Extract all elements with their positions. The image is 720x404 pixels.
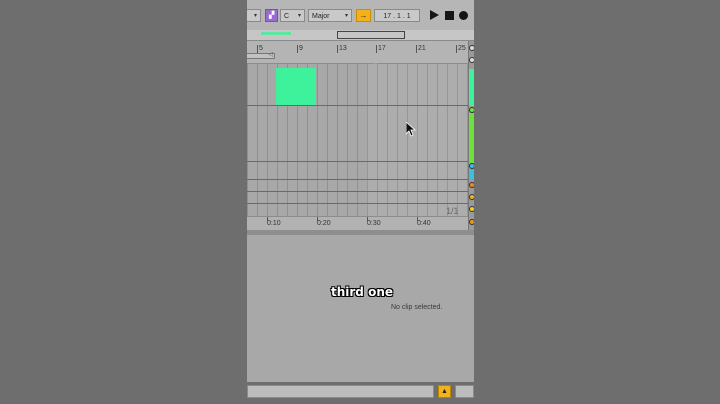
track-header-strip [468, 41, 474, 230]
time-ruler[interactable]: 0:10 0:20 0:30 0:40 [247, 216, 468, 231]
time-label: 0:30 [367, 220, 381, 227]
track-activator[interactable] [469, 45, 474, 51]
track-activator[interactable] [469, 194, 474, 200]
track-color-2[interactable] [469, 113, 474, 163]
record-icon[interactable] [459, 11, 468, 20]
beat-ruler[interactable]: 5 9 13 17 21 25 ◁ [247, 41, 474, 66]
song-position-field[interactable]: 17 . 1 . 1 [374, 9, 420, 22]
root-key-value: C [284, 13, 290, 20]
bar-tick [297, 45, 298, 53]
right-letterbox [474, 0, 720, 404]
status-bar: ▲ [247, 382, 474, 404]
time-label: 0:40 [417, 220, 431, 227]
track-color-3[interactable] [469, 169, 474, 179]
video-caption: third one [331, 285, 394, 299]
show-detail-button[interactable]: ▲ [438, 385, 451, 398]
bar-label: 25 [458, 45, 466, 52]
midi-clip[interactable] [276, 68, 316, 105]
song-position-value: 17 . 1 . 1 [383, 13, 411, 20]
page-indicator: 1/1 [446, 206, 459, 216]
no-clip-message: No clip selected. [391, 304, 443, 311]
time-label: 0:20 [317, 220, 331, 227]
previous-dropdown[interactable]: ▾ [247, 9, 261, 22]
mouse-pointer-icon [406, 122, 416, 137]
root-key-dropdown[interactable]: C ▾ [280, 9, 305, 22]
track-separator [247, 161, 468, 162]
track-activator[interactable] [469, 182, 474, 188]
status-right-field [455, 385, 474, 398]
bar-tick [257, 45, 258, 53]
loop-end-icon: ◁ [268, 52, 273, 58]
bar-tick [456, 45, 457, 53]
bar-tick [376, 45, 377, 53]
track-separator [247, 105, 468, 106]
track-separator [247, 179, 468, 180]
play-icon[interactable] [430, 10, 439, 20]
track-activator[interactable] [469, 57, 474, 63]
track-color-1[interactable] [469, 69, 474, 106]
bar-label: 17 [378, 45, 386, 52]
scale-name-value: Major [312, 13, 330, 20]
scale-name-dropdown[interactable]: Major ▾ [308, 9, 352, 22]
detail-view: No clip selected. third one [247, 235, 474, 382]
scale-mode-icon: ▞ [269, 12, 275, 19]
left-letterbox [0, 0, 247, 404]
arrangement-overview[interactable] [247, 30, 474, 41]
track-activator[interactable] [469, 219, 474, 225]
bar-tick [337, 45, 338, 53]
status-message-field [247, 385, 434, 398]
track-activator[interactable] [469, 206, 474, 212]
control-bar: ▾ ▞ C ▾ Major ▾ → 17 . 1 . 1 [247, 0, 474, 30]
bar-label: 9 [299, 45, 303, 52]
track-separator [247, 191, 468, 192]
stop-icon[interactable] [445, 11, 454, 20]
loop-brace[interactable]: ◁ [247, 52, 275, 59]
bar-tick [416, 45, 417, 53]
bar-label: 21 [418, 45, 426, 52]
triangle-up-icon: ▲ [441, 388, 448, 395]
track-separator [247, 203, 468, 204]
arrangement-view[interactable]: 1/1 0:10 0:20 0:30 0:40 [247, 64, 468, 231]
bar-label: 13 [339, 45, 347, 52]
follow-arrow-icon: → [359, 11, 368, 20]
follow-button[interactable]: → [356, 9, 371, 22]
time-label: 0:10 [267, 220, 281, 227]
scale-mode-button[interactable]: ▞ [265, 9, 278, 22]
overview-viewport[interactable] [337, 31, 405, 39]
bar-label: 5 [259, 45, 263, 52]
overview-clip [261, 32, 291, 35]
daw-window: ▾ ▞ C ▾ Major ▾ → 17 . 1 . 1 5 9 13 17 21 … [247, 0, 474, 404]
